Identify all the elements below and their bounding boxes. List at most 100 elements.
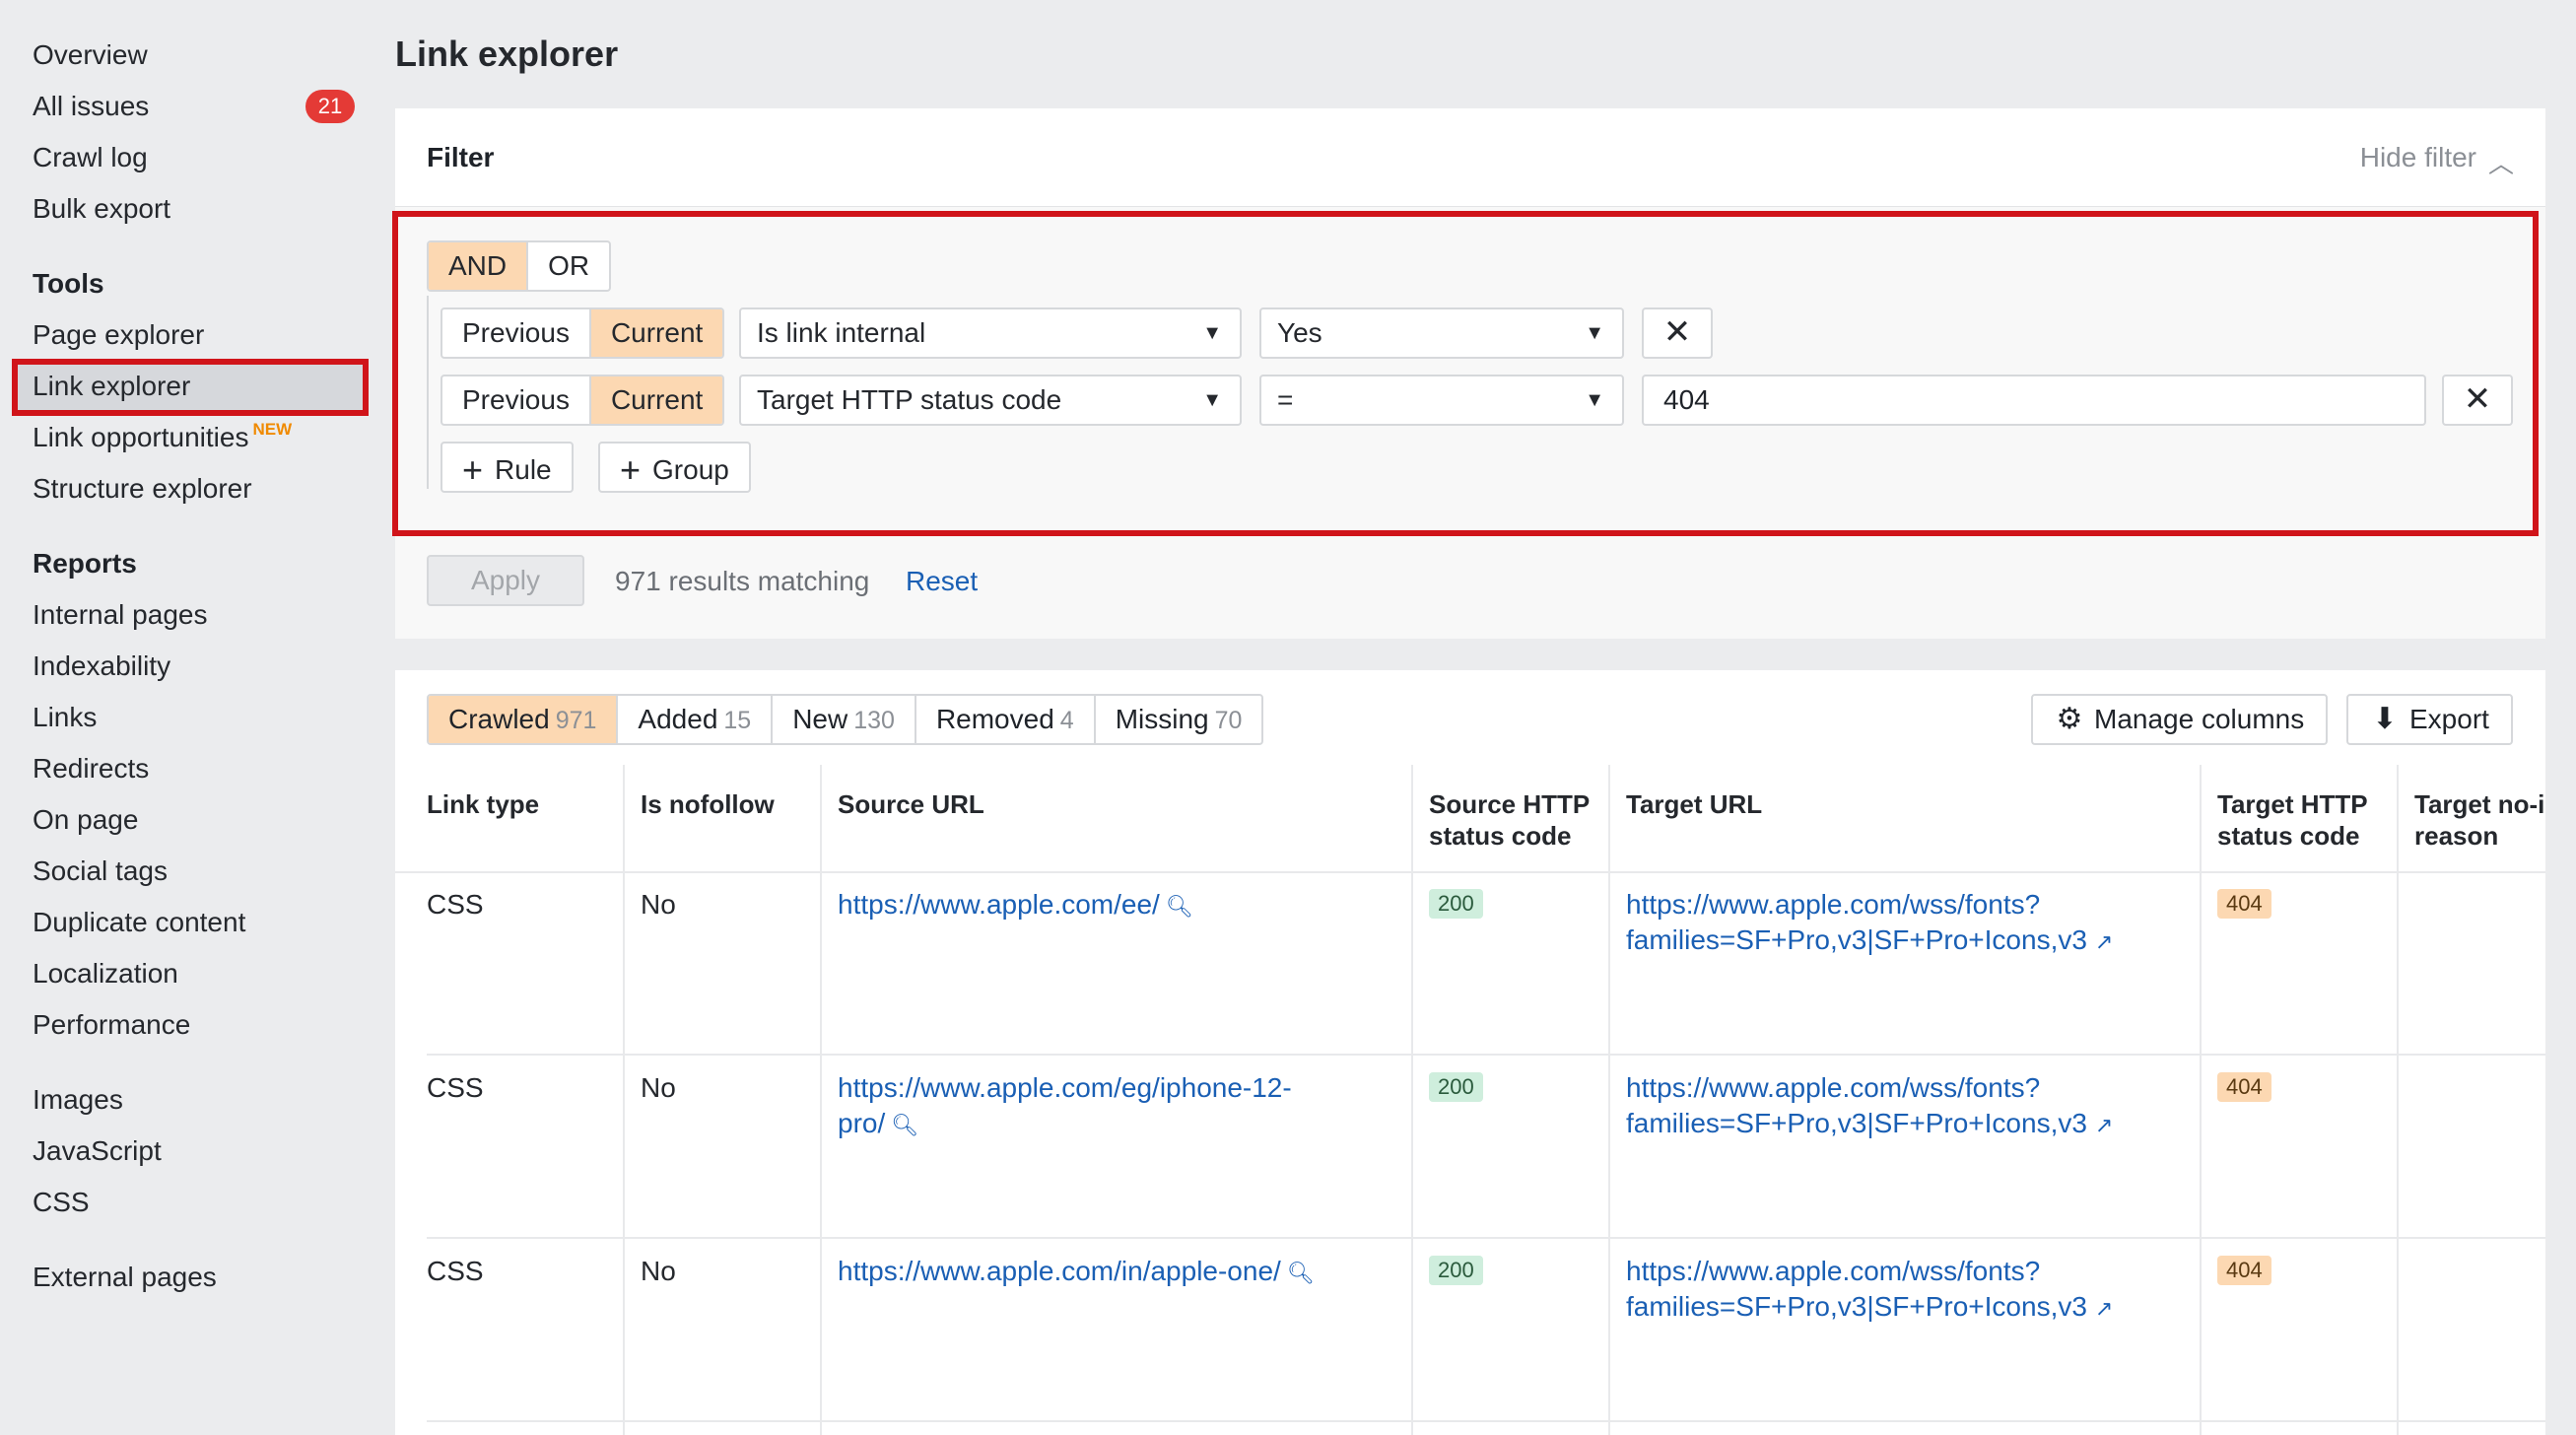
nav-link-opportunities-label: Link opportunities [33,422,249,452]
cell-link-type: CSS [427,1072,484,1103]
nav-performance[interactable]: Performance [33,1007,190,1043]
tab-new[interactable]: New 130 [773,696,916,743]
target-url-link[interactable]: https://www.apple.com/wss/fonts? families… [1626,1070,2113,1143]
target-url-line1: https://www.apple.com/wss/fonts? [1626,1256,2041,1286]
cell-nofollow: No [641,1256,676,1286]
tab-removed[interactable]: Removed 4 [916,696,1096,743]
target-status-badge: 404 [2217,889,2271,919]
nav-link-explorer[interactable]: Link explorer [33,369,190,404]
sidebar: Overview All issues 21 Crawl log Bulk ex… [0,0,384,1435]
nav-localization[interactable]: Localization [33,956,178,991]
reset-link[interactable]: Reset [906,566,978,597]
tab-new-count: 130 [853,707,895,734]
status-tabs: Crawled 971 Added 15 New 130 Removed 4 Missi… [427,694,1264,745]
col-header-source-status[interactable]: Source HTTP status code [1429,788,1590,852]
new-tag: NEW [252,420,293,439]
nav-page-explorer[interactable]: Page explorer [33,317,204,353]
target-url-line2: families=SF+Pro,v3|SF+Pro+Icons,v3 [1626,1291,2087,1322]
manage-columns-button[interactable]: ⚙ Manage columns [2031,694,2329,745]
nav-internal-pages[interactable]: Internal pages [33,597,207,633]
row-divider [427,1054,2545,1056]
source-url-link[interactable]: https://www.apple.com/in/apple-one/🔍︎ [838,1254,1315,1291]
chevron-up-icon[interactable]: ︿ [2488,144,2514,180]
column-divider [2397,765,2399,1435]
apply-button[interactable]: Apply [427,555,584,606]
row-divider [427,1420,2545,1422]
tab-added-count: 15 [723,707,752,734]
magnifier-icon[interactable]: 🔍︎ [891,1113,918,1137]
tab-removed-count: 4 [1059,707,1074,734]
column-divider [2200,765,2202,1435]
source-url-line1: https://www.apple.com/eg/iphone-12- [838,1072,1292,1103]
cell-link-type: CSS [427,1256,484,1286]
source-status-badge: 200 [1429,1072,1483,1102]
reports-heading: Reports [33,548,137,579]
nav-social-tags[interactable]: Social tags [33,854,168,889]
col-header-target-status[interactable]: Target HTTP status code [2217,788,2368,852]
table-header-divider [395,871,2545,873]
nav-redirects[interactable]: Redirects [33,751,149,786]
nav-indexability[interactable]: Indexability [33,649,170,684]
hide-filter-link[interactable]: Hide filter [2360,142,2476,173]
tab-added-label: Added [638,704,718,734]
nav-overview[interactable]: Overview [33,37,148,73]
nav-link-opportunities[interactable]: Link opportunities NEW [33,420,292,459]
tab-crawled[interactable]: Crawled 971 [429,696,619,743]
nav-crawl-log[interactable]: Crawl log [33,140,148,175]
source-status-badge: 200 [1429,1256,1483,1285]
magnifier-icon[interactable]: 🔍︎ [1166,894,1193,919]
column-divider [623,765,625,1435]
nav-external-pages[interactable]: External pages [33,1260,217,1295]
source-url-link[interactable]: https://www.apple.com/ee/🔍︎ [838,887,1193,924]
target-url-link[interactable]: https://www.apple.com/wss/fonts? families… [1626,1254,2113,1327]
column-divider [820,765,822,1435]
external-link-icon[interactable]: ↗ [2095,1113,2113,1137]
manage-columns-label: Manage columns [2094,704,2305,734]
nav-images[interactable]: Images [33,1082,123,1118]
col-header-target-noindex[interactable]: Target no-i reason [2414,788,2545,852]
external-link-icon[interactable]: ↗ [2095,929,2113,954]
external-link-icon[interactable]: ↗ [2095,1296,2113,1321]
nav-javascript[interactable]: JavaScript [33,1133,162,1169]
col-header-nofollow[interactable]: Is nofollow [641,788,775,820]
export-button[interactable]: ⬇ Export [2346,694,2513,745]
nav-links[interactable]: Links [33,700,97,735]
issues-count-badge: 21 [305,90,355,123]
nav-all-issues[interactable]: All issues [33,89,149,124]
tab-new-label: New [792,704,848,734]
tools-heading: Tools [33,268,104,299]
tab-added[interactable]: Added 15 [618,696,774,743]
source-status-badge: 200 [1429,889,1483,919]
col-header-source-status-line1: Source HTTP [1429,789,1591,819]
col-header-source-url[interactable]: Source URL [838,788,984,820]
target-url-link[interactable]: https://www.apple.com/wss/fonts? families… [1626,887,2113,960]
tab-missing-count: 70 [1214,707,1243,734]
target-url-line2: families=SF+Pro,v3|SF+Pro+Icons,v3 [1626,1108,2087,1138]
col-header-target-noindex-line1: Target no-i [2414,789,2545,819]
target-url-line1: https://www.apple.com/wss/fonts? [1626,889,2041,920]
cell-nofollow: No [641,889,676,920]
column-divider [1411,765,1413,1435]
results-panel: Crawled 971 Added 15 New 130 Removed 4 Missi… [395,670,2545,1435]
nav-css[interactable]: CSS [33,1185,90,1220]
tab-missing[interactable]: Missing 70 [1096,696,1262,743]
tab-crawled-label: Crawled [448,704,550,734]
source-url-link[interactable]: https://www.apple.com/eg/iphone-12- pro/🔍… [838,1070,1292,1143]
col-header-target-status-line2: status code [2217,821,2360,851]
filter-header: Filter Hide filter ︿ [395,108,2545,207]
source-url-line2: pro/ [838,1108,886,1138]
nav-duplicate-content[interactable]: Duplicate content [33,905,245,940]
nav-structure-explorer[interactable]: Structure explorer [33,471,252,507]
source-url-text: https://www.apple.com/ee/ [838,889,1160,920]
col-header-target-url[interactable]: Target URL [1626,788,1762,820]
tab-missing-label: Missing [1115,704,1209,734]
magnifier-icon[interactable]: 🔍︎ [1287,1261,1315,1285]
nav-on-page[interactable]: On page [33,802,138,838]
cell-link-type: CSS [427,889,484,920]
nav-bulk-export[interactable]: Bulk export [33,191,170,227]
target-url-line1: https://www.apple.com/wss/fonts? [1626,1072,2041,1103]
page-title: Link explorer [395,34,619,74]
gear-icon: ⚙ [2056,703,2083,735]
col-header-link-type[interactable]: Link type [427,788,539,820]
source-url-text: https://www.apple.com/in/apple-one/ [838,1256,1281,1286]
